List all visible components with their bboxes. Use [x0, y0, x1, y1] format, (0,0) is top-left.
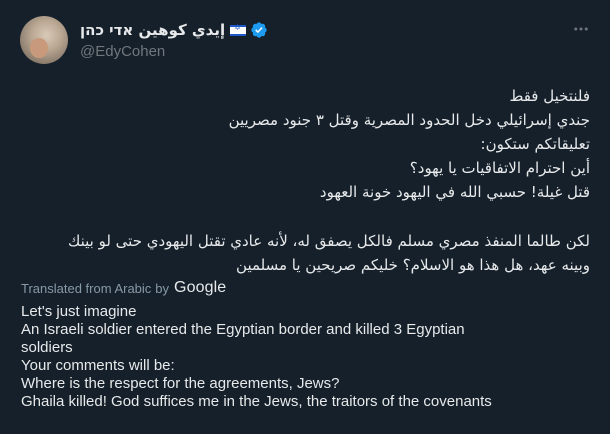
arabic-line: فلنتخيل فقط: [509, 87, 590, 105]
english-line: Ghaila killed! God suffices me in the Je…: [21, 393, 492, 410]
english-line: soldiers: [21, 339, 73, 356]
israel-flag-icon: [230, 23, 247, 36]
verified-badge-icon[interactable]: [250, 21, 268, 39]
more-options-icon[interactable]: [570, 18, 592, 40]
display-name[interactable]: إيدي كوهين אדי כהן: [80, 21, 225, 39]
author-info: إيدي كوهين אדי כהן @EdyCohen: [80, 19, 268, 60]
arabic-line: قتل غيلة! حسبي الله في اليهود خونة العهو…: [319, 183, 590, 201]
tweet-header: إيدي كوهين אדי כהן @EdyCohen: [20, 16, 596, 66]
by-label: by: [155, 280, 170, 296]
english-line: Where is the respect for the agreements,…: [21, 375, 340, 392]
arabic-line: جندي إسرائيلي دخل الحدود المصرية وقتل ٣ …: [228, 111, 590, 129]
avatar[interactable]: [20, 16, 68, 64]
english-line: Your comments will be:: [21, 357, 175, 374]
arabic-line: تعليقاتكم ستكون:: [480, 135, 590, 153]
english-line: Let's just imagine: [21, 303, 137, 320]
arabic-line: وبينه عهد، هل هذا هو الاسلام؟ خليكم صريح…: [236, 256, 590, 274]
tweet-text-arabic: فلنتخيل فقط جندي إسرائيلي دخل الحدود الم…: [16, 84, 590, 277]
translation-attribution[interactable]: Translated from Arabic by Google: [21, 279, 226, 297]
tweet-text-english: Let's just imagine An Israeli soldier en…: [21, 303, 596, 411]
name-row: إيدي كوهين אדי כהן: [80, 19, 268, 41]
user-handle[interactable]: @EdyCohen: [80, 43, 268, 60]
translated-label: Translated from Arabic: [21, 280, 152, 296]
google-logo: Google: [174, 279, 227, 296]
english-line: An Israeli soldier entered the Egyptian …: [21, 321, 465, 338]
arabic-line: أين احترام الاتفاقيات يا يهود؟: [409, 159, 590, 177]
arabic-line: لكن طالما المنفذ مصري مسلم فالكل يصفق له…: [67, 232, 590, 250]
